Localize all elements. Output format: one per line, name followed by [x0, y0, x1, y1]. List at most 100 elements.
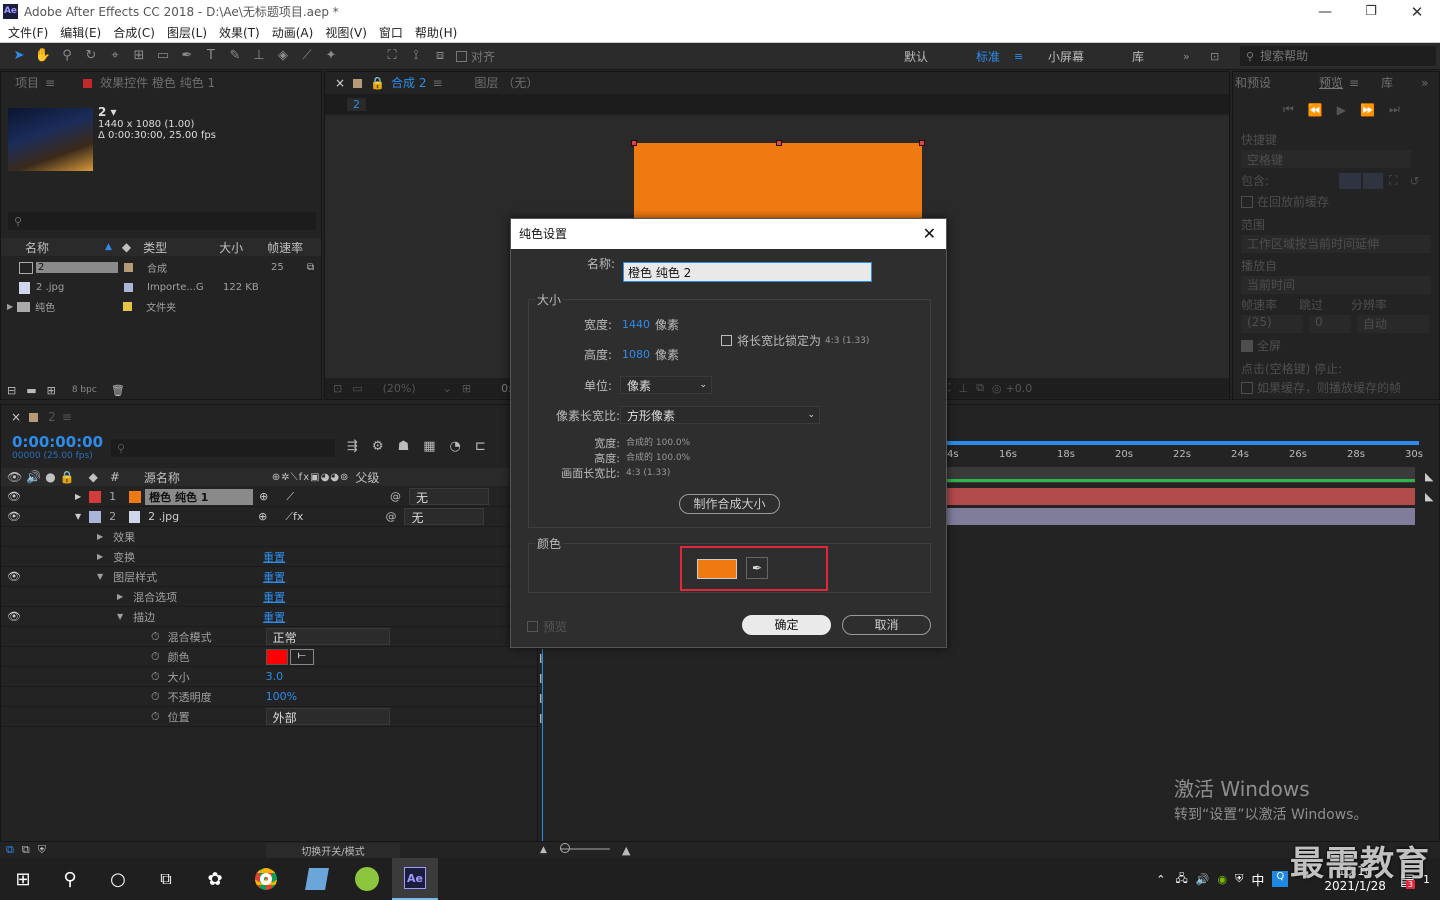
layer-bar-image[interactable] — [947, 508, 1415, 525]
pan-behind-tool-icon[interactable]: ⊞ — [130, 47, 148, 65]
tab-layer[interactable]: 图层 （无） — [475, 72, 539, 94]
work-area-bar[interactable] — [947, 467, 1415, 483]
last-frame-icon[interactable]: ⏭ — [1389, 102, 1400, 117]
quality-switch-icon[interactable]: ⟋ — [286, 490, 294, 504]
visibility-icon[interactable]: 👁 — [7, 570, 21, 583]
axis-world-icon[interactable]: ⟟ — [407, 47, 425, 65]
opacity-value[interactable]: 100% — [266, 690, 297, 703]
lock-icon[interactable]: 🔒 — [370, 72, 385, 94]
menu-composition[interactable]: 合成(C) — [113, 24, 155, 41]
help-search[interactable]: ⚲ — [1240, 46, 1436, 66]
stopwatch-icon[interactable]: ⏱ — [151, 630, 160, 644]
snap-toggle[interactable]: 对齐 — [456, 48, 495, 65]
zoom-in-icon[interactable]: ▲ — [622, 844, 630, 857]
col-parent[interactable]: 父级 — [355, 469, 379, 486]
panel-menu-icon[interactable]: ≡ — [1349, 72, 1359, 94]
play-from-select[interactable]: 当前时间 — [1241, 276, 1431, 294]
timeline-search[interactable]: ⚲ — [111, 439, 335, 457]
comp-breadcrumb[interactable]: 2 — [347, 97, 366, 111]
solid-name-input[interactable] — [623, 262, 872, 282]
menu-help[interactable]: 帮助(H) — [415, 24, 457, 41]
project-search[interactable]: ⚲ — [8, 212, 316, 230]
layer-bar-solid[interactable] — [947, 488, 1415, 505]
tray-chevron-icon[interactable]: ⌃ — [1156, 873, 1165, 886]
fx-switch-icon[interactable]: ⟋fx — [285, 510, 303, 524]
workspace-standard[interactable]: 标准 — [976, 48, 1000, 65]
layer-label-color[interactable] — [89, 510, 102, 523]
position-select[interactable]: 外部 — [265, 708, 390, 725]
tab-project[interactable]: 项目 — [15, 72, 39, 94]
parent-pickwhip-icon[interactable]: @ — [390, 490, 401, 503]
shy-switch-icon[interactable]: ⊕ — [259, 490, 268, 503]
close-icon[interactable]: ✕ — [923, 219, 936, 249]
reset-link[interactable]: 重置 — [263, 569, 285, 585]
stamp-tool-icon[interactable]: ⊥ — [250, 47, 268, 65]
property-row[interactable]: ⏱ 位置 外部 — [1, 707, 537, 727]
menu-layer[interactable]: 图层(L) — [167, 24, 207, 41]
stop-cache-toggle[interactable]: 如果缓存，则播放缓存的帧 — [1241, 379, 1439, 396]
make-comp-size-button[interactable]: 制作合成大小 — [679, 494, 780, 514]
workspace-small-screen[interactable]: 小屏幕 — [1048, 48, 1084, 65]
stopwatch-icon[interactable]: ⏱ — [151, 650, 160, 664]
network-icon[interactable]: 🖧 — [1176, 870, 1188, 889]
collapse-arrow-icon[interactable]: ▼ — [75, 512, 81, 521]
reset-link[interactable]: 重置 — [263, 549, 285, 565]
reset-icon[interactable]: ↺ — [1409, 174, 1419, 188]
handle-icon[interactable] — [631, 140, 637, 146]
puppet-tool-icon[interactable]: ✦ — [322, 47, 340, 65]
parent-select[interactable]: 无 — [404, 508, 485, 525]
stopwatch-icon[interactable]: ⏱ — [151, 670, 160, 684]
keyframe-icon[interactable]: I — [539, 649, 543, 669]
qq-icon[interactable]: Q — [1272, 871, 1289, 887]
zoom-select[interactable]: (20%) — [383, 382, 443, 395]
help-search-input[interactable] — [1260, 49, 1411, 63]
volume-icon[interactable]: 🔊 — [1196, 873, 1210, 886]
play-icon[interactable]: ▶ — [1337, 103, 1346, 117]
height-value[interactable]: 1080 — [622, 348, 650, 361]
workspace-library[interactable]: 库 — [1132, 48, 1144, 65]
fullscreen-toggle[interactable]: 全屏 — [1241, 337, 1439, 354]
item-name[interactable]: 2 ▾ — [98, 105, 216, 119]
new-comp-icon[interactable]: ⊞ — [47, 384, 56, 397]
property-row[interactable]: ⏱ 大小 3.0 — [1, 667, 537, 687]
menu-animation[interactable]: 动画(A) — [272, 24, 314, 41]
col-type[interactable]: 类型 — [143, 239, 219, 256]
layer-label-color[interactable] — [89, 490, 102, 503]
menu-view[interactable]: 视图(V) — [325, 24, 367, 41]
preview-toggle[interactable]: 预览 — [527, 618, 567, 635]
layer-row[interactable]: 👁 ▼ 2 2 .jpg ⊕ ⟋fx @ 无 — [1, 507, 513, 527]
search-icon[interactable]: ⚲ — [46, 869, 94, 890]
shy-switch-icon[interactable]: ⊕ — [258, 510, 267, 523]
menu-edit[interactable]: 编辑(E) — [60, 24, 101, 41]
eyedropper-icon[interactable]: ✒ — [746, 557, 768, 579]
overflow-icon[interactable]: » — [1421, 72, 1428, 94]
task-view-icon[interactable]: ⧉ — [142, 869, 190, 889]
property-row[interactable]: ▶ 变换 重置 — [1, 547, 537, 567]
axis-local-icon[interactable]: ⛶ — [383, 47, 401, 65]
exposure-icon[interactable]: ◎ — [992, 382, 1002, 395]
expand-arrow-icon[interactable]: ▶ — [75, 492, 81, 501]
security-icon[interactable]: ⛨ — [1235, 872, 1243, 886]
toggle-mode-label[interactable]: 切换开关/模式 — [266, 842, 400, 858]
stopwatch-icon[interactable]: ⏱ — [151, 710, 160, 724]
time-ruler[interactable]: 4s 16s 18s 20s 22s 24s 26s 28s 30s — [947, 441, 1423, 463]
visibility-icon[interactable]: 👁 — [7, 610, 21, 623]
close-window-icon[interactable]: ✕ — [1394, 3, 1440, 21]
menu-file[interactable]: 文件(F) — [8, 24, 48, 41]
cancel-button[interactable]: 取消 — [842, 615, 931, 635]
width-value[interactable]: 1440 — [622, 318, 650, 331]
interpret-footage-icon[interactable]: ⊟ — [7, 384, 16, 397]
flowchart-icon[interactable]: ⧉ — [976, 381, 984, 395]
hand-tool-icon[interactable]: ✋ — [34, 47, 52, 65]
shortcut-select[interactable]: 空格键 — [1241, 150, 1411, 168]
workspace-menu-icon[interactable]: ≡ — [1014, 50, 1023, 63]
col-fps[interactable]: 帧速率 — [267, 239, 303, 256]
camera-tool-icon[interactable]: ⌖ — [106, 47, 124, 65]
tab-library[interactable]: 库 — [1381, 72, 1393, 94]
next-frame-icon[interactable]: ⏩ — [1360, 103, 1375, 117]
eraser-tool-icon[interactable]: ◈ — [274, 47, 292, 65]
graph-editor-icon[interactable]: ⊏ — [475, 439, 486, 454]
property-row[interactable]: ⏱ 颜色 ⟝ — [1, 647, 537, 667]
reset-link[interactable]: 重置 — [263, 589, 285, 605]
ime-indicator[interactable]: 中 — [1251, 870, 1264, 889]
